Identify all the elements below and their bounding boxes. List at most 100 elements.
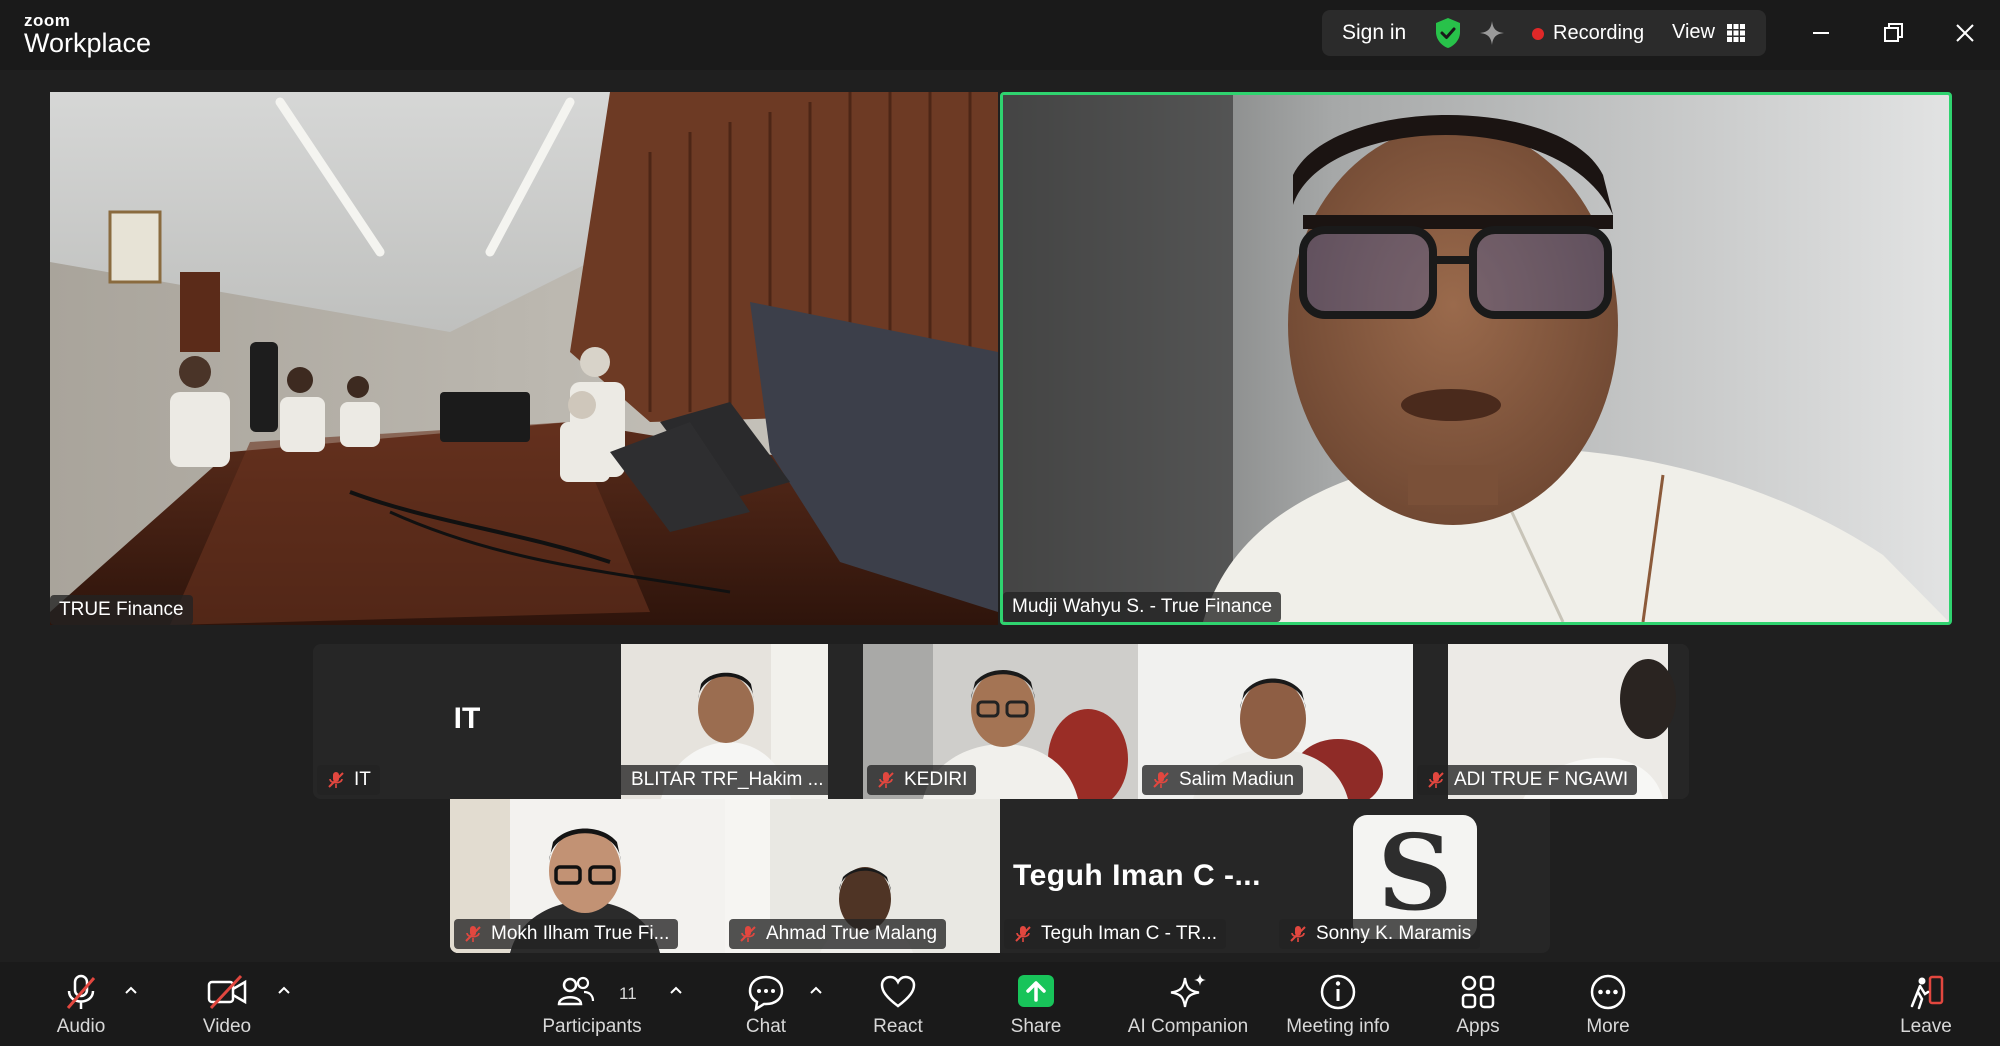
- video-tile-teguh[interactable]: Teguh Iman C -... Teguh Iman C - TR...: [1000, 799, 1275, 953]
- tile-name-label: IT: [317, 765, 380, 795]
- participant-name: Salim Madiun: [1179, 769, 1295, 790]
- more-dots-icon: [1590, 974, 1626, 1010]
- muted-mic-icon: [740, 926, 756, 942]
- video-tile-blitar[interactable]: BLITAR TRF_Hakim ...: [621, 644, 828, 799]
- video-button[interactable]: Video: [190, 962, 264, 1046]
- view-label: View: [1672, 21, 1715, 43]
- audio-label: Audio: [56, 1016, 106, 1037]
- title-bar: zoom Workplace Sign in Recording View: [0, 0, 2000, 70]
- brand-workplace: Workplace: [24, 28, 152, 58]
- participant-name: Mudji Wahyu S. - True Finance: [1012, 596, 1273, 617]
- muted-mic-icon: [465, 926, 481, 942]
- video-tile-kediri[interactable]: KEDIRI: [863, 644, 1138, 799]
- participants-label: Participants: [542, 1016, 642, 1037]
- restore-icon[interactable]: [1876, 16, 1910, 50]
- chat-options-chevron-up-icon[interactable]: [808, 984, 824, 996]
- more-label: More: [1586, 1016, 1630, 1037]
- avatar-letter: S: [1377, 815, 1453, 934]
- ai-companion-label: AI Companion: [1127, 1016, 1249, 1037]
- muted-mic-icon: [328, 772, 344, 788]
- share-button[interactable]: Share: [996, 962, 1076, 1046]
- participant-name: Mokh Ilham True Fi...: [491, 923, 670, 944]
- info-icon: [1320, 974, 1356, 1010]
- ai-sparkle-icon[interactable]: [1478, 19, 1506, 47]
- apps-label: Apps: [1456, 1016, 1500, 1037]
- conference-room-video: [50, 92, 998, 625]
- muted-mic-icon: [1428, 772, 1444, 788]
- chat-button[interactable]: Chat: [726, 962, 806, 1046]
- tile-name-label: KEDIRI: [867, 765, 977, 795]
- participant-name: ADI TRUE F NGAWI: [1454, 769, 1629, 790]
- video-tile-active-speaker[interactable]: Mudji Wahyu S. - True Finance: [1000, 92, 1952, 625]
- video-options-chevron-up-icon[interactable]: [276, 984, 292, 996]
- tile-name-label: BLITAR TRF_Hakim ...: [621, 765, 828, 795]
- recording-dot-icon: [1532, 27, 1544, 40]
- video-tile-ahmad[interactable]: Ahmad True Malang: [725, 799, 1000, 953]
- chat-bubble-icon: [748, 975, 784, 1012]
- ai-companion-button[interactable]: AI Companion: [1118, 962, 1258, 1046]
- participant-name: BLITAR TRF_Hakim ...: [631, 769, 824, 790]
- tile-name-label: Mokh Ilham True Fi...: [454, 919, 679, 949]
- leave-button[interactable]: Leave: [1886, 962, 1966, 1046]
- encryption-shield-icon[interactable]: [1434, 17, 1462, 49]
- brand-zoom: zoom: [24, 11, 71, 30]
- participants-options-chevron-up-icon[interactable]: [668, 984, 684, 996]
- react-button[interactable]: React: [858, 962, 938, 1046]
- leave-label: Leave: [1900, 1016, 1952, 1037]
- close-icon[interactable]: [1948, 16, 1982, 50]
- video-tile-sonny[interactable]: S Sonny K. Maramis: [1275, 799, 1550, 953]
- audio-button[interactable]: Audio: [44, 962, 118, 1046]
- tile-name-label: TRUE Finance: [50, 595, 193, 625]
- muted-mic-icon: [878, 772, 894, 788]
- minimize-icon[interactable]: [1804, 16, 1838, 50]
- recording-label: Recording: [1553, 22, 1645, 44]
- tile-name-label: ADI TRUE F NGAWI: [1417, 765, 1638, 795]
- participant-initials: IT: [453, 702, 481, 735]
- speaker-video: [1003, 95, 1949, 622]
- participant-name: IT: [354, 769, 371, 790]
- participant-name: KEDIRI: [904, 769, 968, 790]
- participant-display-name: Teguh Iman C -...: [1013, 859, 1261, 892]
- apps-button[interactable]: Apps: [1438, 962, 1518, 1046]
- ai-sparkle-icon: [1170, 974, 1206, 1008]
- video-tile-adi[interactable]: ADI TRUE F NGAWI: [1413, 644, 1689, 799]
- grid-view-icon: [1727, 23, 1745, 42]
- video-off-icon: [207, 974, 247, 1010]
- recording-indicator[interactable]: Recording: [1532, 22, 1644, 45]
- participant-name: Sonny K. Maramis: [1316, 923, 1472, 944]
- chat-label: Chat: [745, 1016, 787, 1037]
- react-label: React: [873, 1016, 923, 1037]
- video-label: Video: [202, 1016, 252, 1037]
- video-tile-salim[interactable]: Salim Madiun: [1138, 644, 1413, 799]
- muted-mic-icon: [1015, 926, 1031, 942]
- leave-icon: [1910, 975, 1944, 1010]
- tile-name-label: Sonny K. Maramis: [1279, 919, 1481, 949]
- participant-name: Ahmad True Malang: [766, 923, 938, 944]
- muted-mic-icon: [1153, 772, 1169, 788]
- meeting-info-button[interactable]: Meeting info: [1276, 962, 1400, 1046]
- participants-icon: [557, 976, 595, 1006]
- participant-name: Teguh Iman C - TR...: [1041, 923, 1217, 944]
- muted-mic-icon: [66, 974, 96, 1009]
- meeting-info-label: Meeting info: [1286, 1016, 1390, 1037]
- tile-name-label: Salim Madiun: [1142, 765, 1304, 795]
- participant-name: TRUE Finance: [59, 599, 184, 620]
- more-button[interactable]: More: [1568, 962, 1648, 1046]
- app-logo: zoom Workplace: [24, 12, 151, 57]
- muted-mic-icon: [1290, 926, 1306, 942]
- video-tile-it[interactable]: IT IT: [313, 644, 621, 799]
- tile-name-label: Teguh Iman C - TR...: [1004, 919, 1226, 949]
- muted-mic-icon: [621, 770, 623, 790]
- tile-name-label: Mudji Wahyu S. - True Finance: [1003, 592, 1282, 622]
- share-screen-icon: [1018, 975, 1054, 1007]
- view-button[interactable]: View: [1672, 21, 1745, 44]
- audio-options-chevron-up-icon[interactable]: [123, 984, 139, 996]
- participants-button[interactable]: Participants: [532, 962, 652, 1046]
- sign-in-button[interactable]: Sign in: [1342, 21, 1406, 45]
- heart-icon: [880, 975, 916, 1008]
- share-label: Share: [1010, 1016, 1062, 1037]
- apps-icon: [1461, 975, 1495, 1009]
- video-tile-mokh-ilham[interactable]: Mokh Ilham True Fi...: [450, 799, 725, 953]
- participants-count: 11: [619, 984, 637, 1003]
- video-tile-true-finance[interactable]: TRUE Finance: [50, 92, 998, 625]
